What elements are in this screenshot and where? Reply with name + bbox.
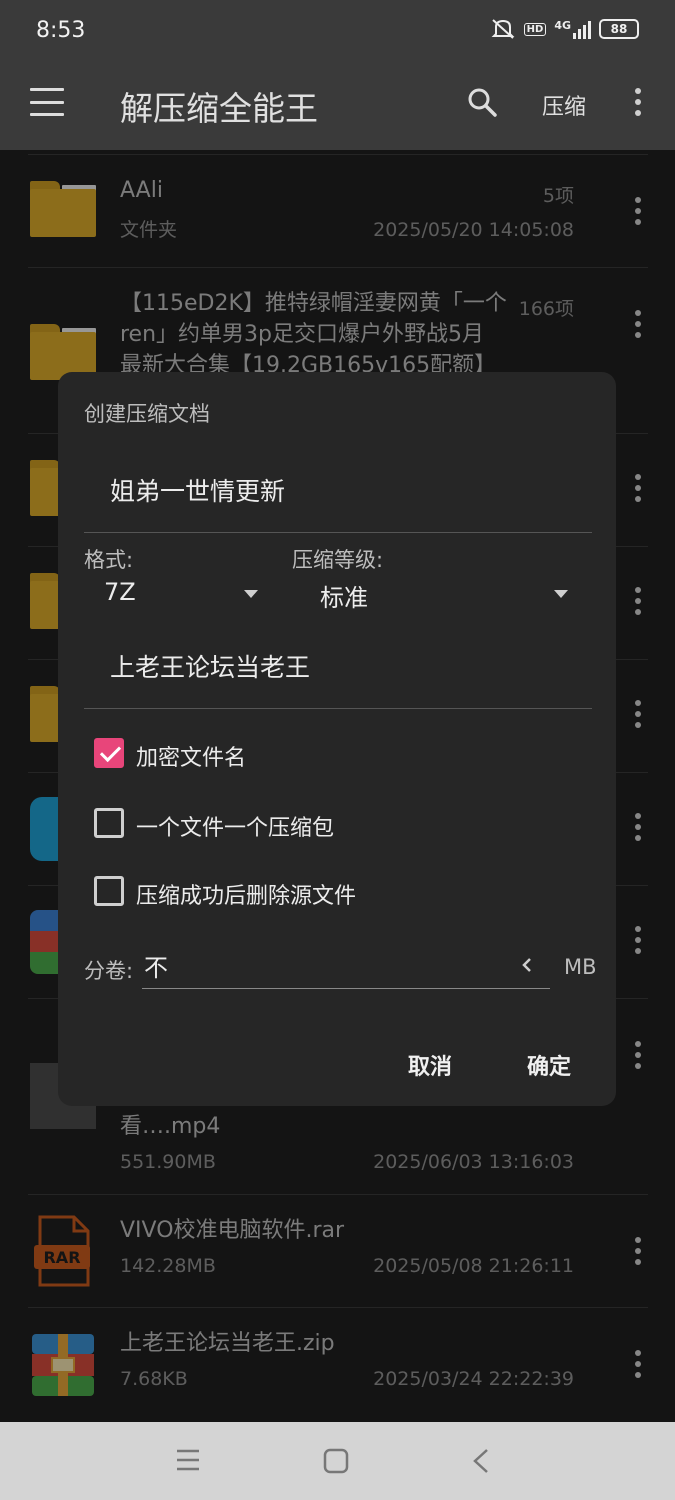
system-nav-bar: [0, 1422, 675, 1500]
level-label: 压缩等级:: [292, 548, 384, 572]
password-input[interactable]: 上老王论坛当老王: [110, 648, 310, 684]
mute-icon: [491, 19, 515, 39]
overflow-menu-icon[interactable]: [634, 88, 642, 116]
split-unit: MB: [564, 955, 597, 979]
home-icon[interactable]: [323, 1448, 349, 1474]
archive-name-underline: [84, 532, 592, 533]
format-label: 格式:: [84, 548, 134, 572]
format-value: 7Z: [104, 578, 136, 606]
split-dropdown-icon[interactable]: [520, 956, 534, 974]
encrypt-filenames-label: 加密文件名: [136, 746, 247, 771]
dialog-title: 创建压缩文档: [84, 402, 210, 426]
option-delete-source[interactable]: 压缩成功后删除源文件: [58, 870, 616, 920]
one-archive-per-file-checkbox[interactable]: [94, 808, 124, 838]
level-value: 标准: [320, 584, 368, 612]
delete-source-checkbox[interactable]: [94, 876, 124, 906]
app-title: 解压缩全能王: [120, 89, 318, 128]
battery-icon: 88: [599, 19, 639, 39]
delete-source-label: 压缩成功后删除源文件: [136, 884, 357, 909]
split-input[interactable]: 不: [142, 942, 550, 990]
recent-apps-icon[interactable]: [175, 1448, 201, 1472]
compress-button[interactable]: 压缩: [542, 89, 586, 121]
option-one-archive-per-file[interactable]: 一个文件一个压缩包: [58, 802, 616, 852]
cancel-button[interactable]: 取消: [408, 1049, 452, 1081]
level-select[interactable]: 标准: [292, 572, 582, 616]
one-archive-per-file-label: 一个文件一个压缩包: [136, 816, 335, 841]
confirm-button[interactable]: 确定: [527, 1049, 571, 1081]
status-time: 8:53: [36, 18, 86, 43]
menu-icon[interactable]: [30, 88, 64, 116]
level-dropdown-icon: [554, 590, 568, 598]
archive-name-input[interactable]: 姐弟一世情更新: [110, 472, 285, 508]
format-select[interactable]: 7Z: [84, 572, 274, 616]
search-icon[interactable]: [466, 86, 498, 118]
hd-badge: HD: [523, 22, 547, 36]
format-dropdown-icon: [244, 590, 258, 598]
password-underline: [84, 708, 592, 709]
split-label: 分卷:: [84, 959, 134, 983]
status-icons: HD 4G 88: [490, 18, 639, 40]
app-bar: 8:53 HD 4G 88 解压缩全能王 压缩: [0, 0, 675, 150]
back-icon[interactable]: [470, 1448, 492, 1474]
network-type: 4G: [554, 18, 571, 32]
encrypt-filenames-checkbox[interactable]: [94, 738, 124, 768]
option-encrypt-filenames[interactable]: 加密文件名: [58, 732, 616, 782]
signal-icon: [573, 19, 591, 39]
create-archive-dialog: 创建压缩文档 姐弟一世情更新 格式: 压缩等级: 7Z 标准 上老王论坛当老王 …: [58, 372, 616, 1106]
split-value: 不: [144, 954, 168, 982]
